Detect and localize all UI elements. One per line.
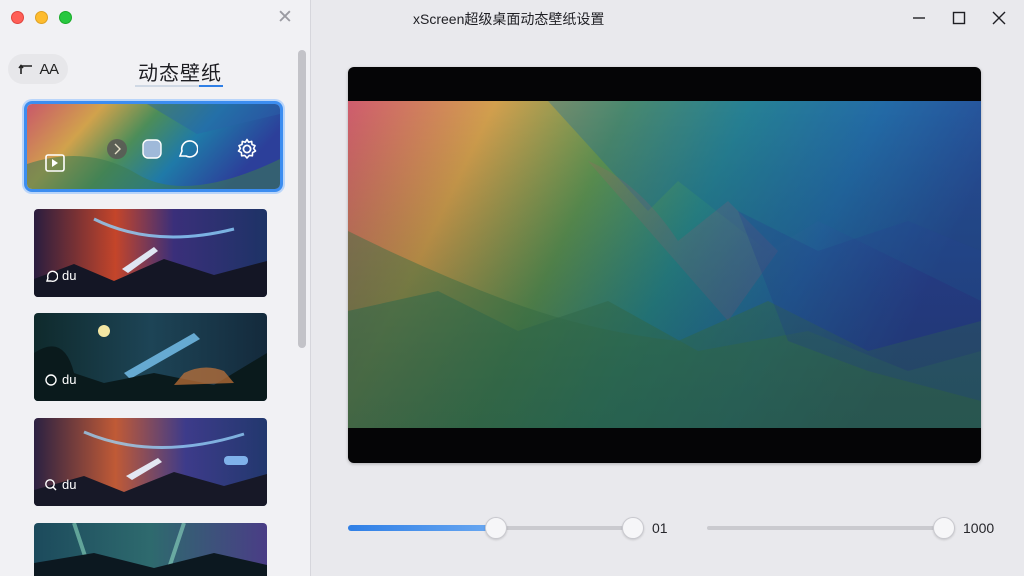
comment-icon — [46, 270, 58, 282]
brightness-icon[interactable] — [105, 137, 129, 161]
sidebar-scrollbar[interactable] — [298, 50, 306, 348]
wallpaper-badge: du — [44, 268, 76, 283]
maximize-button[interactable] — [945, 6, 973, 30]
volume-slider[interactable] — [707, 517, 955, 539]
wallpaper-card[interactable]: du — [34, 313, 267, 401]
zoom-window-button[interactable] — [59, 11, 72, 24]
speed-value: 01 — [652, 520, 668, 536]
preview-image — [348, 101, 981, 428]
comment-icon[interactable] — [175, 137, 199, 161]
wallpaper-badge-label: du — [62, 477, 77, 492]
settings-gear-icon[interactable] — [235, 137, 259, 161]
volume-value: 1000 — [963, 520, 995, 536]
title-underline — [135, 85, 223, 87]
wallpaper-badge: du — [44, 372, 76, 387]
wallpaper-thumbnail-aurora — [34, 523, 267, 576]
wallpaper-card[interactable] — [34, 523, 267, 576]
close-icon[interactable]: ✕ — [275, 8, 295, 28]
wallpaper-badge: du — [44, 477, 76, 492]
close-icon — [992, 11, 1006, 25]
slider-knob[interactable] — [485, 517, 508, 539]
stop-icon[interactable] — [140, 137, 164, 161]
slider-end-knob[interactable] — [622, 517, 644, 539]
window-title: xScreen超级桌面动态壁纸设置 — [413, 11, 605, 27]
close-window-button[interactable] — [11, 11, 24, 24]
back-button-label: AA — [39, 60, 59, 78]
wallpaper-card-active[interactable] — [24, 101, 283, 192]
minimize-icon — [913, 17, 925, 19]
wallpaper-badge-label: du — [62, 372, 77, 387]
wallpaper-preview — [348, 67, 981, 463]
search-icon — [45, 478, 57, 490]
minimize-window-button[interactable] — [35, 11, 48, 24]
sidebar-title: 动态壁纸 — [138, 63, 222, 85]
wallpaper-card[interactable]: du — [34, 418, 267, 506]
play-icon[interactable] — [43, 152, 67, 176]
slider-fill — [348, 525, 497, 531]
slider-track — [707, 526, 955, 530]
sidebar-panel: ✕ AA 动态壁纸 du du du — [0, 0, 311, 576]
wallpaper-thumbnail-forest — [34, 313, 267, 401]
comment-icon — [45, 373, 57, 386]
back-button[interactable]: AA — [8, 54, 68, 84]
close-button[interactable] — [985, 6, 1013, 30]
wallpaper-card[interactable]: du — [34, 209, 267, 297]
wallpaper-thumbnail-space — [34, 209, 267, 297]
slider-knob[interactable] — [933, 517, 955, 539]
wallpaper-thumbnail-space-2 — [34, 418, 267, 506]
maximize-icon — [952, 11, 966, 25]
speed-slider[interactable] — [348, 517, 644, 539]
minimize-button[interactable] — [905, 6, 933, 30]
wallpaper-badge-label: du — [62, 268, 77, 283]
back-arrow-icon — [18, 64, 33, 74]
